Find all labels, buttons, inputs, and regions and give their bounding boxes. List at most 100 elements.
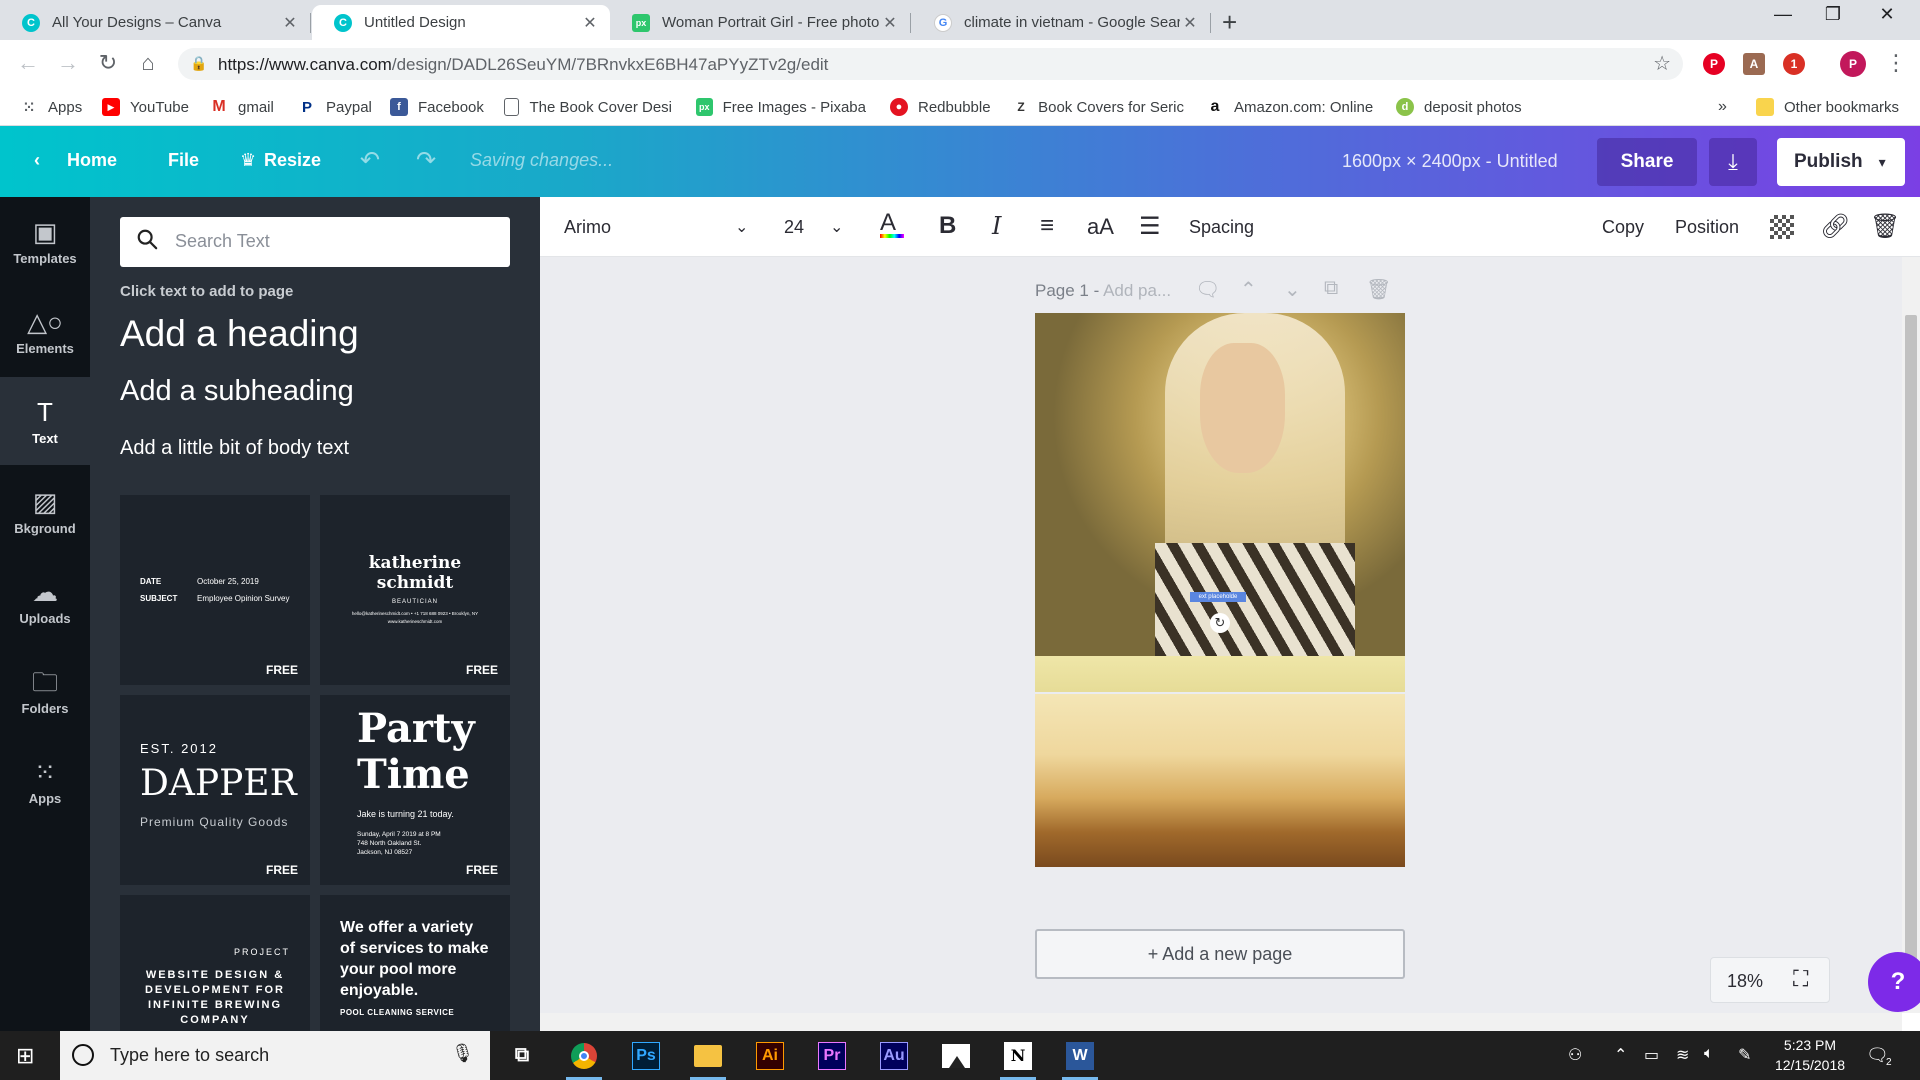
- taskbar-clock[interactable]: 5:23 PM 12/15/2018: [1765, 1035, 1855, 1075]
- back-icon[interactable]: ←: [14, 50, 42, 76]
- bookmark-gmail[interactable]: M gmail: [210, 95, 274, 119]
- add-heading-button[interactable]: Add a heading: [120, 313, 359, 355]
- rail-item-background[interactable]: ▨ Bkground: [0, 467, 90, 555]
- list-icon[interactable]: ☰: [1139, 212, 1161, 241]
- browser-tab[interactable]: C All Your Designs – Canva ✕: [0, 5, 310, 40]
- browser-tab-active[interactable]: C Untitled Design ✕: [312, 5, 610, 40]
- publish-button[interactable]: Publish ▾: [1777, 138, 1905, 186]
- text-placeholder[interactable]: ext placeholde: [1190, 592, 1246, 602]
- word-taskbar-icon[interactable]: W: [1058, 1037, 1102, 1080]
- search-input[interactable]: Search Text: [120, 217, 510, 267]
- bookmark-pixabay[interactable]: px Free Images - Pixaba: [696, 95, 866, 119]
- rail-item-uploads[interactable]: ☁ Uploads: [0, 557, 90, 645]
- file-explorer-icon[interactable]: [686, 1037, 730, 1080]
- font-size-select[interactable]: 24: [784, 217, 804, 238]
- transparency-icon[interactable]: [1770, 215, 1794, 239]
- vertical-scrollbar[interactable]: [1902, 257, 1920, 1013]
- redo-icon[interactable]: ↷: [416, 146, 436, 175]
- font-family-select[interactable]: Arimo: [564, 217, 611, 238]
- bookmark-youtube[interactable]: ▶ YouTube: [102, 95, 189, 119]
- italic-icon[interactable]: I: [992, 212, 1001, 240]
- wifi-icon[interactable]: ≋: [1676, 1045, 1689, 1065]
- pinterest-icon[interactable]: P: [1703, 53, 1725, 75]
- undo-icon[interactable]: ↶: [360, 146, 380, 175]
- move-up-icon[interactable]: ⌃: [1240, 277, 1257, 302]
- extension-badge-icon[interactable]: 1: [1783, 53, 1805, 75]
- more-bookmarks-icon[interactable]: »: [1718, 95, 1727, 119]
- chrome-menu-icon[interactable]: ⋮: [1882, 50, 1910, 76]
- fullscreen-icon[interactable]: ⛶: [1793, 966, 1808, 992]
- taskbar-search-input[interactable]: Type here to search 🎙︎: [60, 1031, 490, 1080]
- move-down-icon[interactable]: ⌄: [1284, 277, 1301, 302]
- close-icon[interactable]: ✕: [580, 13, 600, 33]
- rail-item-elements[interactable]: △○ Elements: [0, 287, 90, 375]
- minimize-icon[interactable]: —: [1768, 4, 1798, 25]
- close-icon[interactable]: ✕: [1180, 13, 1200, 33]
- resize-button[interactable]: Resize: [264, 150, 321, 171]
- volume-icon[interactable]: 🔈︎: [1704, 1045, 1714, 1063]
- rotate-icon[interactable]: ↻: [1210, 613, 1230, 633]
- position-button[interactable]: Position: [1675, 217, 1739, 238]
- spacing-button[interactable]: Spacing: [1189, 217, 1254, 238]
- chevron-down-icon[interactable]: ⌄: [735, 217, 748, 237]
- design-dimensions[interactable]: 1600px × 2400px - Untitled: [1342, 151, 1558, 172]
- pen-icon[interactable]: ✎: [1738, 1045, 1751, 1065]
- letter-case-button[interactable]: aA: [1087, 214, 1114, 240]
- delete-page-icon[interactable]: 🗑︎: [1366, 277, 1391, 302]
- home-icon[interactable]: ⌂: [134, 50, 162, 76]
- bookmark-deposit-photos[interactable]: d deposit photos: [1396, 95, 1522, 119]
- zoom-control[interactable]: 18% ⛶: [1710, 957, 1830, 1003]
- rail-item-apps[interactable]: ⁙ Apps: [0, 737, 90, 825]
- rail-item-folders[interactable]: 🗀 Folders: [0, 647, 90, 735]
- text-template-dapper[interactable]: EST. 2012 DAPPER Premium Quality Goods F…: [120, 695, 310, 885]
- rail-item-text[interactable]: T Text: [0, 377, 90, 465]
- add-body-text-button[interactable]: Add a little bit of body text: [120, 437, 349, 460]
- tray-chevron-icon[interactable]: ⌃: [1614, 1045, 1627, 1065]
- add-subheading-button[interactable]: Add a subheading: [120, 375, 354, 408]
- task-view-icon[interactable]: ⧉: [500, 1037, 544, 1074]
- bookmark-star-icon[interactable]: ☆: [1653, 51, 1671, 76]
- chrome-taskbar-icon[interactable]: [562, 1037, 606, 1080]
- audition-taskbar-icon[interactable]: Au: [872, 1037, 916, 1074]
- bookmark-redbubble[interactable]: ● Redbubble: [890, 95, 991, 119]
- text-template-pool[interactable]: We offer a variety of services to make y…: [320, 895, 510, 1031]
- notion-taskbar-icon[interactable]: N: [996, 1037, 1040, 1080]
- close-icon[interactable]: ✕: [280, 13, 300, 33]
- home-button[interactable]: Home: [67, 150, 117, 171]
- browser-tab[interactable]: G climate in vietnam - Google Sear ✕: [912, 5, 1210, 40]
- close-icon[interactable]: ✕: [880, 13, 900, 33]
- illustrator-taskbar-icon[interactable]: Ai: [748, 1037, 792, 1074]
- bold-icon[interactable]: B: [939, 212, 956, 240]
- photos-taskbar-icon[interactable]: [934, 1037, 978, 1074]
- profile-avatar[interactable]: P: [1840, 51, 1866, 77]
- pdf-extension-icon[interactable]: A: [1743, 53, 1765, 75]
- text-color-icon[interactable]: A: [880, 211, 904, 238]
- duplicate-page-icon[interactable]: ⧉: [1324, 277, 1338, 300]
- horizontal-scrollbar[interactable]: [540, 1013, 1902, 1031]
- field-photo[interactable]: [1035, 694, 1405, 867]
- bookmark-facebook[interactable]: f Facebook: [390, 95, 484, 119]
- browser-tab[interactable]: px Woman Portrait Girl - Free photo ✕: [610, 5, 910, 40]
- align-center-icon[interactable]: ≡: [1040, 212, 1054, 240]
- zoom-level[interactable]: 18%: [1727, 971, 1763, 992]
- bookmark-amazon[interactable]: a Amazon.com: Online: [1206, 95, 1374, 119]
- link-icon[interactable]: 🔗︎: [1820, 212, 1850, 241]
- bookmark-book-cover[interactable]: The Book Cover Desi: [504, 95, 672, 119]
- copy-button[interactable]: Copy: [1602, 217, 1644, 238]
- bookmark-paypal[interactable]: P Paypal: [298, 95, 372, 119]
- chevron-down-icon[interactable]: ⌄: [830, 217, 843, 237]
- restore-icon[interactable]: ❐: [1818, 4, 1848, 25]
- add-page-button[interactable]: + Add a new page: [1035, 929, 1405, 979]
- text-template-katherine[interactable]: katherine schmidt BEAUTICIAN hello@kathe…: [320, 495, 510, 685]
- close-window-icon[interactable]: ✕: [1872, 4, 1902, 25]
- design-page[interactable]: ext placeholde ↻: [1035, 313, 1405, 867]
- text-template-party[interactable]: Party Time Jake is turning 21 today. Sun…: [320, 695, 510, 885]
- bookmark-apps[interactable]: ⁙ Apps: [20, 95, 82, 119]
- premiere-taskbar-icon[interactable]: Pr: [810, 1037, 854, 1074]
- text-template-memo[interactable]: DATE October 25, 2019 SUBJECT Employee O…: [120, 495, 310, 685]
- text-template-project[interactable]: PROJECT WEBSITE DESIGN & DEVELOPMENT FOR…: [120, 895, 310, 1031]
- rail-item-templates[interactable]: ▣ Templates: [0, 197, 90, 285]
- color-band[interactable]: [1035, 656, 1405, 692]
- new-tab-icon[interactable]: +: [1222, 7, 1237, 38]
- people-icon[interactable]: ⚇: [1568, 1045, 1582, 1065]
